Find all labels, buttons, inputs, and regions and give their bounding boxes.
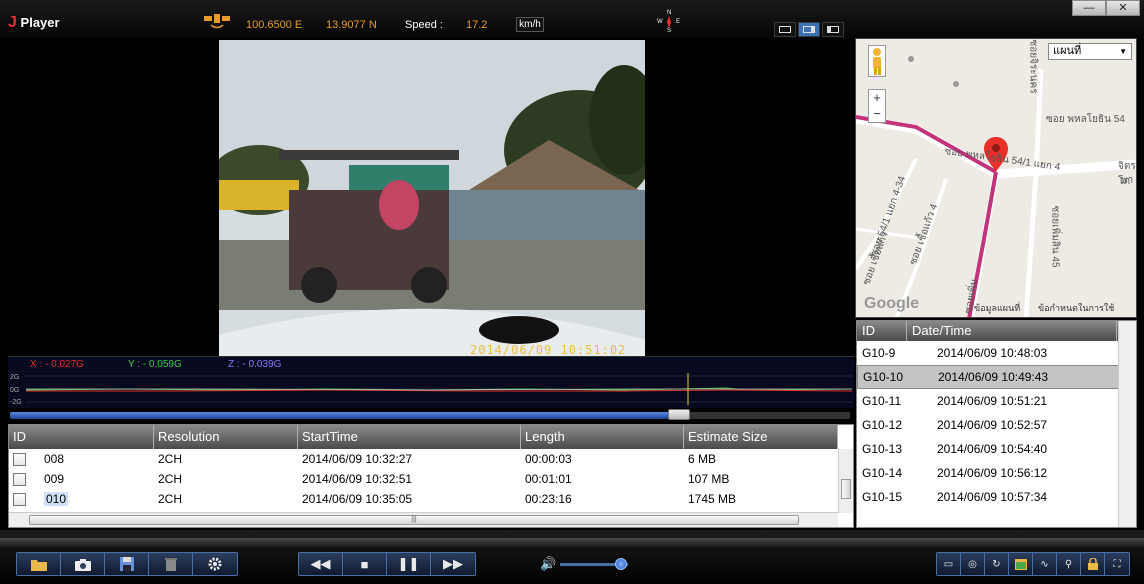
event-list-scrollbar[interactable] [1118, 321, 1136, 527]
gsensor-graph[interactable]: X : - 0.027G Y : - 0.059G Z : - 0.039G 2… [8, 356, 854, 408]
video-timestamp: 2014/06/09 10:51:02 [470, 343, 627, 357]
zoom-icon[interactable]: ⚲ [1057, 553, 1081, 575]
minimize-button[interactable]: — [1072, 0, 1106, 16]
speed-label: Speed : [405, 19, 443, 31]
stop-button[interactable]: ■ [343, 553, 387, 575]
playback-progress-bar[interactable] [8, 408, 854, 422]
playback-controls-group: ◀◀ ■ ❚❚ ▶▶ [298, 552, 476, 576]
event-table-header: ID Date/Time [857, 321, 1136, 341]
google-logo: Google [864, 295, 920, 312]
gsensor-icon[interactable]: ◎ [961, 553, 985, 575]
map-view[interactable]: ซอย พหลโยธิน 54/1 แยก 4 ซอย พหลโยธิน 54 … [855, 38, 1137, 318]
file-table-vscroll[interactable] [838, 449, 853, 513]
list-item[interactable]: G10-9 2014/06/09 10:48:03 [857, 341, 1136, 365]
row-checkbox[interactable] [13, 472, 26, 486]
zoom-in-button[interactable]: + [869, 90, 885, 106]
title-bar: J Player 100.6500 E 13.9077 N Speed : 17… [0, 0, 1144, 38]
folder-icon[interactable] [17, 553, 61, 575]
gsensor-waveform [26, 373, 852, 405]
window-controls: — ✕ [1072, 0, 1140, 16]
trash-icon[interactable] [149, 553, 193, 575]
progress-thumb[interactable] [668, 409, 690, 420]
col-starttime[interactable]: StartTime [298, 425, 521, 449]
save-icon[interactable] [105, 553, 149, 575]
col-length[interactable]: Length [521, 425, 684, 449]
progress-remaining [690, 412, 850, 419]
table-row[interactable]: 008 2CH 2014/06/09 10:32:27 00:00:03 6 M… [9, 449, 838, 469]
file-table-header: ID Resolution StartTime Length Estimate … [9, 425, 838, 449]
file-table-hscroll[interactable]: ||| [9, 512, 838, 527]
app-title: Player [20, 15, 60, 30]
video-frame[interactable] [8, 38, 854, 356]
volume-knob[interactable] [615, 558, 627, 570]
list-item[interactable]: G10-13 2014/06/09 10:54:40 [857, 437, 1136, 461]
col-resolution[interactable]: Resolution [154, 425, 298, 449]
row-checkbox[interactable] [13, 452, 26, 466]
speed-unit-toggle[interactable]: km/h [516, 17, 544, 32]
event-list-panel: ID Date/Time G10-9 2014/06/09 10:48:03 G1… [856, 320, 1137, 528]
lock-icon[interactable] [1081, 553, 1105, 575]
forward-button[interactable]: ▶▶ [431, 553, 475, 575]
col-datetime[interactable]: Date/Time [907, 321, 1117, 341]
fullscreen-icon[interactable]: ⛶ [1105, 553, 1129, 575]
rotate-icon[interactable]: ↻ [985, 553, 1009, 575]
layout-split-button[interactable] [822, 22, 844, 37]
screen-icon[interactable]: ▭ [937, 553, 961, 575]
table-row[interactable]: 010 2CH 2014/06/09 10:35:05 00:23:16 174… [9, 489, 838, 509]
close-button[interactable]: ✕ [1106, 0, 1140, 16]
col-estimate-size[interactable]: Estimate Size [684, 425, 838, 449]
gear-icon[interactable] [193, 553, 237, 575]
camera-icon[interactable] [61, 553, 105, 575]
list-item[interactable]: G10-14 2014/06/09 10:56:12 [857, 461, 1136, 485]
progress-played [10, 412, 690, 419]
calendar-icon[interactable] [1009, 553, 1033, 575]
map-data-credit[interactable]: ข้อมูลแผนที่ [974, 301, 1020, 315]
speed-value: 17.2 [466, 19, 488, 31]
app-logo: J Player [8, 14, 60, 31]
table-row[interactable]: 009 2CH 2014/06/09 10:32:51 00:01:01 107… [9, 469, 838, 489]
view-tools-group: ▭ ◎ ↻ ∿ ⚲ ⛶ [936, 552, 1130, 576]
map-zoom-control: + − [868, 89, 886, 123]
layout-pip-button[interactable] [798, 22, 820, 37]
col-event-id[interactable]: ID [857, 321, 907, 341]
gsensor-y-label: Y : - 0.059G [128, 359, 182, 370]
video-preview-image [219, 40, 645, 356]
control-bar: ◀◀ ■ ❚❚ ▶▶ 🔊 ▭ ◎ ↻ ∿ ⚲ ⛶ [0, 530, 1144, 584]
list-item[interactable]: G10-12 2014/06/09 10:52:57 [857, 413, 1136, 437]
zoom-out-button[interactable]: − [869, 106, 885, 122]
list-item[interactable]: G10-11 2014/06/09 10:51:21 [857, 389, 1136, 413]
volume-icon[interactable]: 🔊 [540, 556, 556, 572]
layout-single-button[interactable] [774, 22, 796, 37]
file-tools-group [16, 552, 238, 576]
wave-icon[interactable]: ∿ [1033, 553, 1057, 575]
gps-satellite-icon [204, 14, 230, 29]
list-item-selected[interactable]: G10-10 2014/06/09 10:49:43 [857, 365, 1136, 389]
longitude-value: 100.6500 E [246, 19, 303, 31]
list-item[interactable]: G10-15 2014/06/09 10:57:34 [857, 485, 1136, 509]
latitude-value: 13.9077 N [326, 19, 377, 31]
map-terms-link[interactable]: ข้อกำหนดในการใช้ [1038, 301, 1114, 315]
gsensor-x-label: X : - 0.027G [30, 359, 84, 370]
volume-control[interactable]: 🔊 [538, 556, 638, 572]
view-layout-group [774, 22, 844, 37]
rewind-button[interactable]: ◀◀ [299, 553, 343, 575]
file-table: ID Resolution StartTime Length Estimate … [9, 425, 838, 509]
gsensor-z-label: Z : - 0.039G [228, 359, 282, 370]
hscroll-thumb[interactable]: ||| [29, 515, 799, 525]
pause-button[interactable]: ❚❚ [387, 553, 431, 575]
chevron-down-icon: ▼ [1119, 47, 1127, 56]
compass-icon: N S E W [657, 10, 681, 34]
map-type-select[interactable]: แผนที่ ▼ [1048, 43, 1132, 60]
street-view-pegman-icon[interactable] [868, 45, 886, 77]
file-list-panel: ID Resolution StartTime Length Estimate … [8, 424, 854, 528]
col-id[interactable]: ID [9, 425, 154, 449]
row-checkbox[interactable] [13, 492, 26, 506]
